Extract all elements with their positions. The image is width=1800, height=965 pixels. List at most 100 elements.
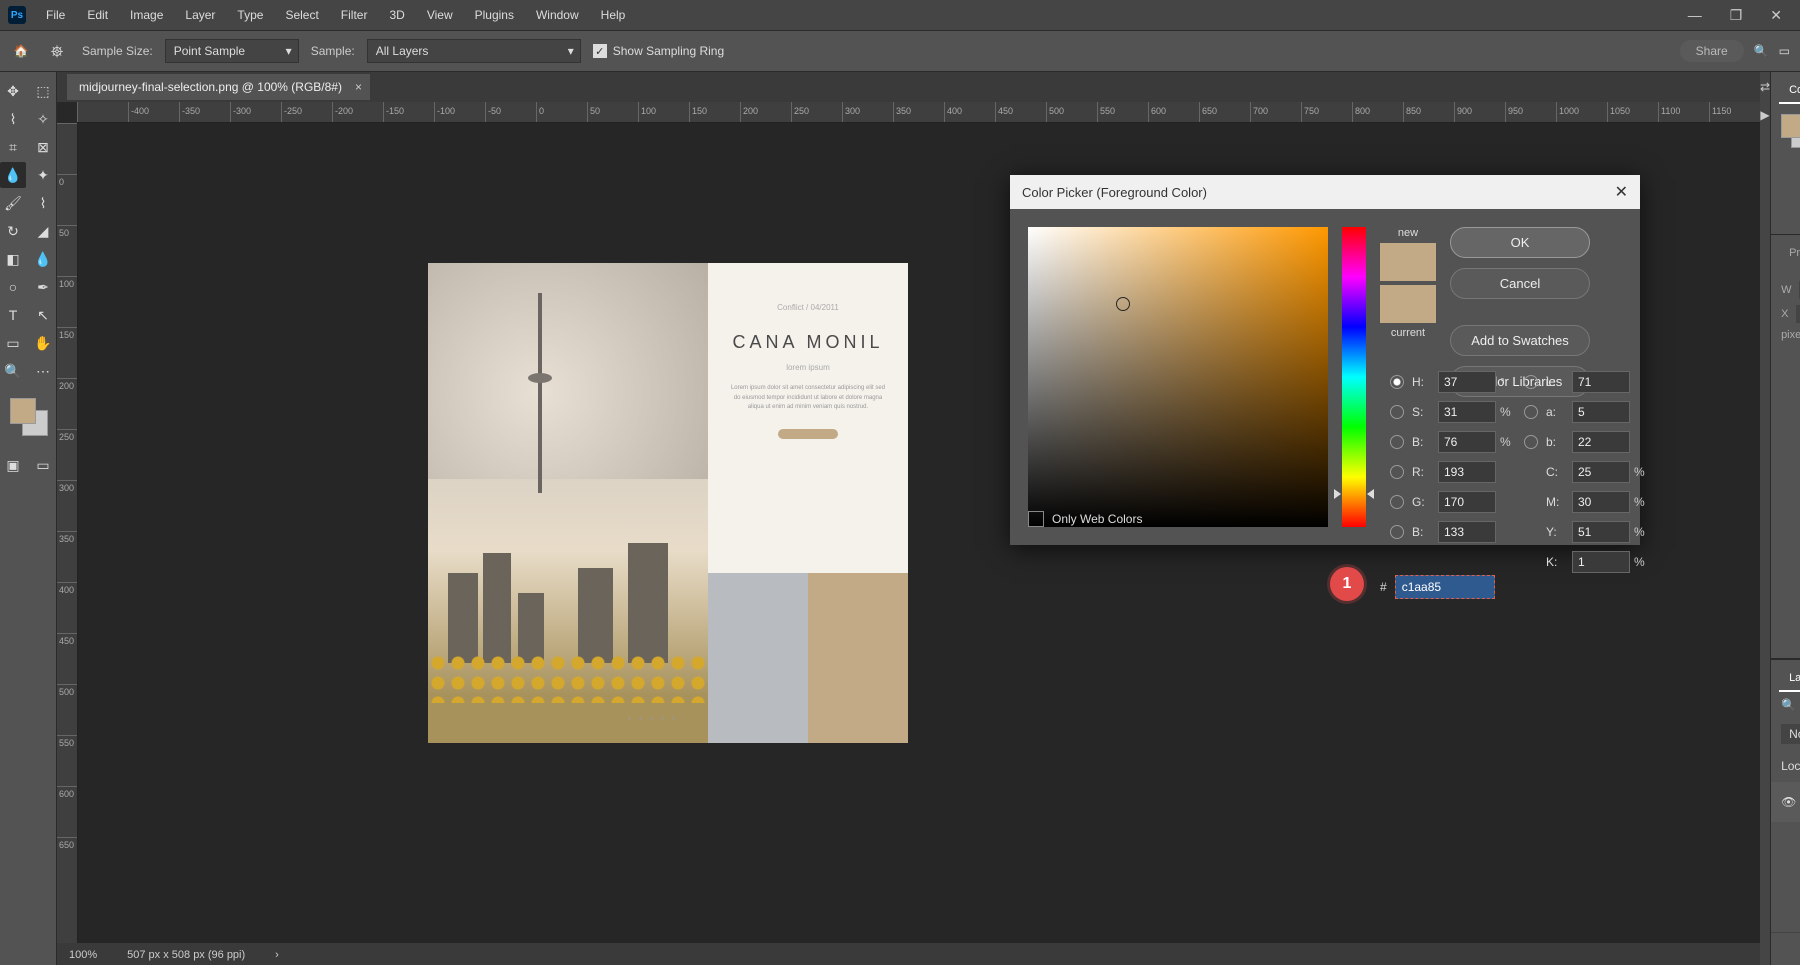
shape-tool-icon[interactable]: ▭ [0,330,26,356]
status-chevron-icon[interactable]: › [275,949,279,961]
input-s[interactable] [1438,401,1496,423]
search-icon[interactable]: 🔍 [1754,44,1769,58]
sample-size-label: Sample Size: [82,44,153,58]
minimize-icon[interactable]: — [1678,3,1712,28]
cancel-button[interactable]: Cancel [1450,268,1590,299]
input-c[interactable] [1572,461,1630,483]
eyedropper-tool-icon[interactable]: 💧 [0,162,26,188]
input-g[interactable] [1438,491,1496,513]
brush-tool-icon[interactable]: 🖌 [0,190,26,216]
radio-gb[interactable] [1390,525,1404,539]
saturation-value-field[interactable] [1028,227,1328,527]
input-l[interactable] [1572,371,1630,393]
tab-close-icon[interactable]: × [355,80,362,94]
radio-a[interactable] [1524,405,1538,419]
hex-row: # [1380,575,1495,599]
wand-tool-icon[interactable]: ✧ [30,106,56,132]
zoom-level[interactable]: 100% [69,949,97,961]
dialog-titlebar[interactable]: Color Picker (Foreground Color) ✕ [1010,175,1640,209]
current-color-swatch[interactable] [1380,285,1436,323]
ok-button[interactable]: OK [1450,227,1590,258]
eyedropper-icon[interactable]: 𖣓 [44,38,70,64]
crop-tool-icon[interactable]: ⌗ [0,134,26,160]
sample-select[interactable]: All Layers [367,39,581,63]
menu-filter[interactable]: Filter [331,2,378,28]
unit-k: % [1634,555,1648,569]
input-k[interactable] [1572,551,1630,573]
stamp-tool-icon[interactable]: ⌇ [30,190,56,216]
radio-h[interactable] [1390,375,1404,389]
artwork-title: CANA MONIL [728,332,888,353]
maximize-icon[interactable]: ❐ [1720,3,1753,28]
tab-properties[interactable]: Properties [1779,241,1800,265]
input-r[interactable] [1438,461,1496,483]
radio-s[interactable] [1390,405,1404,419]
radio-r[interactable] [1390,465,1404,479]
home-icon[interactable]: 🏠 [10,40,32,62]
layer-row[interactable]: 👁 Background 🔒 [1771,782,1800,822]
panel-icon-1[interactable]: ⇄ [1760,80,1770,94]
input-b2[interactable] [1572,431,1630,453]
visibility-icon[interactable]: 👁 [1781,795,1795,809]
tab-layers[interactable]: Layers [1779,666,1800,692]
foreground-color-swatch[interactable] [10,398,36,424]
input-gb[interactable] [1438,521,1496,543]
menu-help[interactable]: Help [591,2,636,28]
menu-edit[interactable]: Edit [77,2,118,28]
share-button[interactable]: Share [1680,40,1744,62]
show-sampling-ring-checkbox[interactable]: ✓ Show Sampling Ring [593,44,724,58]
gradient-tool-icon[interactable]: ◧ [0,246,26,272]
heal-tool-icon[interactable]: ✦ [30,162,56,188]
input-a[interactable] [1572,401,1630,423]
move-tool-icon[interactable]: ✥ [0,78,26,104]
menu-image[interactable]: Image [120,2,173,28]
zoom-tool-icon[interactable]: 🔍 [0,358,26,384]
radio-l[interactable] [1524,375,1538,389]
path-select-icon[interactable]: ↖ [30,302,56,328]
menu-select[interactable]: Select [275,2,328,28]
window-controls: — ❐ ✕ [1678,3,1792,28]
input-b[interactable] [1438,431,1496,453]
type-tool-icon[interactable]: T [0,302,26,328]
radio-b2[interactable] [1524,435,1538,449]
more-tools-icon[interactable]: ⋯ [30,358,56,384]
panel-swatches[interactable] [1781,114,1800,146]
radio-g[interactable] [1390,495,1404,509]
pen-tool-icon[interactable]: ✒ [30,274,56,300]
menu-window[interactable]: Window [526,2,589,28]
close-icon[interactable]: ✕ [1760,3,1792,28]
hand-tool-icon[interactable]: ✋ [30,330,56,356]
eraser-tool-icon[interactable]: ◢ [30,218,56,244]
lasso-tool-icon[interactable]: ⌇ [0,106,26,132]
frame-tool-icon[interactable]: ⊠ [30,134,56,160]
blur-tool-icon[interactable]: 💧 [30,246,56,272]
hue-slider[interactable] [1342,227,1366,527]
hex-input[interactable] [1395,575,1495,599]
dodge-tool-icon[interactable]: ○ [0,274,26,300]
menu-file[interactable]: File [36,2,75,28]
menu-layer[interactable]: Layer [175,2,225,28]
menu-3d[interactable]: 3D [379,2,414,28]
sample-size-select[interactable]: Point Sample [165,39,299,63]
color-swatches[interactable] [8,396,48,436]
input-m[interactable] [1572,491,1630,513]
panel-icon-2[interactable]: ▶ [1760,108,1769,122]
dialog-close-icon[interactable]: ✕ [1615,182,1628,202]
workspace-icon[interactable]: ▭ [1779,44,1790,58]
tab-color[interactable]: Color [1779,78,1800,104]
document-tab[interactable]: midjourney-final-selection.png @ 100% (R… [67,74,370,100]
menu-plugins[interactable]: Plugins [465,2,524,28]
input-y[interactable] [1572,521,1630,543]
radio-b[interactable] [1390,435,1404,449]
label-k: K: [1546,555,1566,569]
web-colors-checkbox[interactable]: Only Web Colors [1028,511,1142,527]
input-h[interactable] [1438,371,1496,393]
marquee-tool-icon[interactable]: ⬚ [30,78,56,104]
menu-view[interactable]: View [417,2,463,28]
history-brush-icon[interactable]: ↻ [0,218,26,244]
add-swatches-button[interactable]: Add to Swatches [1450,325,1590,356]
menu-type[interactable]: Type [227,2,273,28]
screenmode-icon[interactable]: ▭ [30,452,56,478]
blend-mode-select[interactable]: Normal [1781,724,1800,744]
quickmask-icon[interactable]: ▣ [0,452,26,478]
